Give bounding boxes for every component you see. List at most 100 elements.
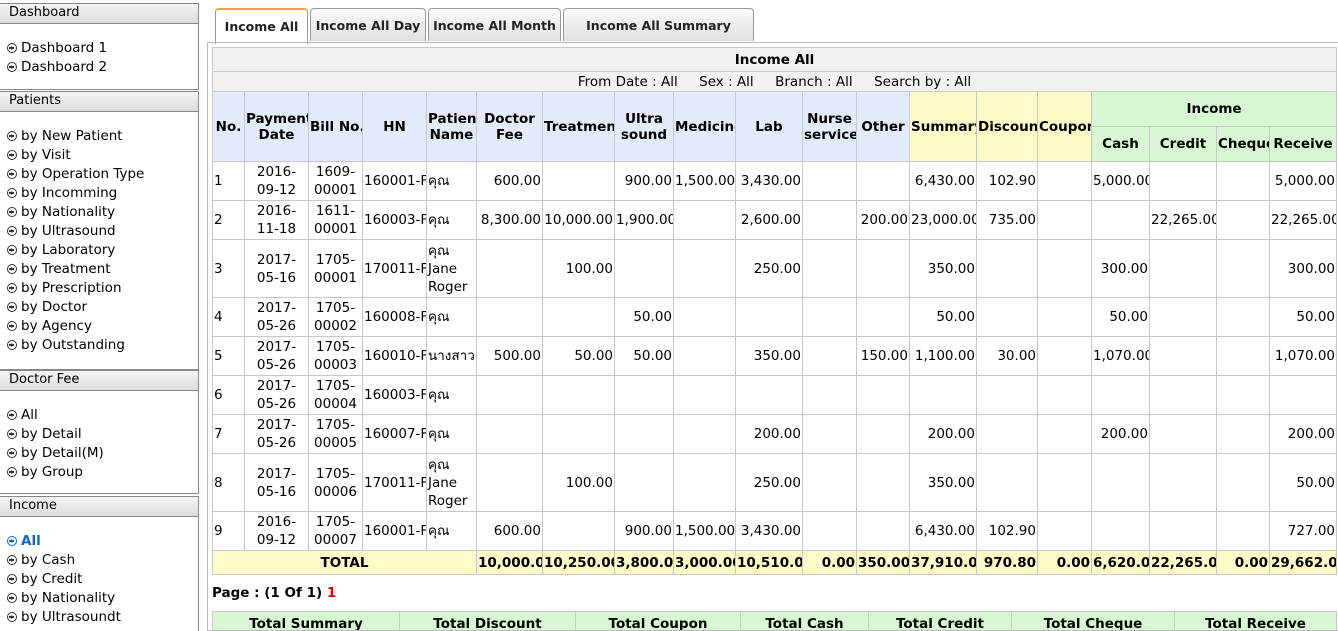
cell-doctor-fee xyxy=(476,239,543,298)
sidebar-item-patients-by-agency[interactable]: by Agency xyxy=(7,317,198,336)
sidebar-item-patients-by-ultrasound[interactable]: by Ultrasound xyxy=(7,222,198,241)
total-row: TOTAL10,000.0010,250.003,800.003,000.001… xyxy=(212,550,1338,575)
cell-treatment xyxy=(542,511,615,551)
cell-doctor-fee: 500.00 xyxy=(476,336,543,376)
sidebar-item-patients-by-new-patient[interactable]: by New Patient xyxy=(7,127,198,146)
tab-income-all[interactable]: Income All xyxy=(215,8,308,44)
sidebar-item-label: All xyxy=(21,407,38,423)
cell-no: 1 xyxy=(212,161,245,201)
col-nurse-service: Nurse service xyxy=(802,91,857,162)
sidebar-item-patients-by-treatment[interactable]: by Treatment xyxy=(7,260,198,279)
sidebar-item-label: by Treatment xyxy=(21,261,111,277)
cell-ultrasound: 50.00 xyxy=(614,336,674,376)
table-row: 5 2017-05-26 1705-00003 160010-F นางสาว 500.0… xyxy=(212,336,1338,376)
cell-hn: 160003-F xyxy=(362,375,427,415)
total-lab: 10,510.00 xyxy=(735,550,803,575)
cell-treatment: 50.00 xyxy=(542,336,615,376)
cell-discount: 102.90 xyxy=(976,511,1038,551)
sidebar-section-title[interactable]: Patients xyxy=(0,92,198,112)
cell-bill-no: 1705-00001 xyxy=(308,239,363,298)
sidebar-section-patients: Patients by New Patient by Visit by Operati… xyxy=(0,91,199,370)
sidebar-item-income-by-ultrasoundt[interactable]: by Ultrasoundt xyxy=(7,608,198,627)
sidebar-item-label: by Visit xyxy=(21,147,71,163)
arrow-circle-icon xyxy=(7,448,17,458)
total-discount: 970.80 xyxy=(976,550,1038,575)
arrow-circle-icon xyxy=(7,410,17,420)
cell-treatment xyxy=(542,375,615,415)
cell-cheque xyxy=(1216,336,1270,376)
cell-other xyxy=(856,239,910,298)
cell-credit: 22,265.00 xyxy=(1149,200,1217,240)
cell-ultrasound: 50.00 xyxy=(614,297,674,337)
page-link-1[interactable]: 1 xyxy=(327,585,336,601)
sidebar-item-label: by Detail(M) xyxy=(21,445,104,461)
cell-coupon xyxy=(1037,239,1092,298)
cell-medicine xyxy=(673,414,736,454)
cell-lab xyxy=(735,297,803,337)
cell-lab: 2,600.00 xyxy=(735,200,803,240)
summary-total-cheque: Total Cheque xyxy=(1011,611,1175,630)
cell-receive: 200.00 xyxy=(1268,414,1338,454)
cell-coupon xyxy=(1037,375,1092,415)
sidebar-section-title[interactable]: Income xyxy=(0,497,198,517)
cell-patient-name: คุณ xyxy=(426,414,477,454)
sidebar-item-income-by-cash[interactable]: by Cash xyxy=(7,551,198,570)
cell-patient-name: คุณ Jane Roger xyxy=(426,453,477,512)
cell-other xyxy=(856,161,910,201)
cell-cash xyxy=(1091,511,1150,551)
cell-ultrasound xyxy=(614,375,674,415)
arrow-circle-icon xyxy=(7,555,17,565)
total-cheque: 0.00 xyxy=(1216,550,1270,575)
sidebar-item-income-all[interactable]: All xyxy=(7,532,198,551)
sidebar-item-patients-by-incomming[interactable]: by Incomming xyxy=(7,184,198,203)
total-treatment: 10,250.00 xyxy=(542,550,615,575)
cell-summary: 200.00 xyxy=(909,414,977,454)
cell-summary: 6,430.00 xyxy=(909,511,977,551)
cell-ultrasound: 900.00 xyxy=(614,161,674,201)
sidebar-section-title[interactable]: Dashboard xyxy=(0,4,198,24)
cell-nurse-service xyxy=(802,336,857,376)
sidebar-item-income-by-credit[interactable]: by Credit xyxy=(7,570,198,589)
tab-income-all-summary-month[interactable]: Income All Summary Month xyxy=(563,8,754,66)
sidebar-item-label: by Incomming xyxy=(21,185,118,201)
sidebar-section-title[interactable]: Doctor Fee xyxy=(0,371,198,391)
cell-coupon xyxy=(1037,161,1092,201)
sidebar-item-doctor-fee-by-group[interactable]: by Group xyxy=(7,463,198,482)
cell-cheque xyxy=(1216,511,1270,551)
cell-hn: 160007-F xyxy=(362,414,427,454)
cell-cheque xyxy=(1216,297,1270,337)
sidebar-item-patients-by-operation-type[interactable]: by Operation Type xyxy=(7,165,198,184)
sidebar-item-patients-by-laboratory[interactable]: by Laboratory xyxy=(7,241,198,260)
sidebar-item-patients-by-doctor[interactable]: by Doctor xyxy=(7,298,198,317)
sidebar-item-patients-by-prescription[interactable]: by Prescription xyxy=(7,279,198,298)
cell-cheque xyxy=(1216,414,1270,454)
sidebar-item-dashboard-dashboard-2[interactable]: Dashboard 2 xyxy=(7,58,198,77)
cell-doctor-fee xyxy=(476,414,543,454)
cell-summary xyxy=(909,375,977,415)
cell-payment-date: 2017-05-26 xyxy=(244,336,309,376)
sidebar-item-doctor-fee-all[interactable]: All xyxy=(7,406,198,425)
cell-medicine xyxy=(673,375,736,415)
tab-income-all-month[interactable]: Income All Month xyxy=(428,8,561,41)
cell-credit xyxy=(1149,414,1217,454)
cell-cheque xyxy=(1216,375,1270,415)
arrow-circle-icon xyxy=(7,321,17,331)
cell-patient-name: คุณ xyxy=(426,161,477,201)
sidebar-item-patients-by-outstanding[interactable]: by Outstanding xyxy=(7,336,198,355)
cell-treatment xyxy=(542,161,615,201)
cell-other xyxy=(856,375,910,415)
cell-cash: 5,000.00 xyxy=(1091,161,1150,201)
sidebar-item-patients-by-nationality[interactable]: by Nationality xyxy=(7,203,198,222)
sidebar-item-income-by-nationality[interactable]: by Nationality xyxy=(7,589,198,608)
sidebar-item-doctor-fee-by-detail-m[interactable]: by Detail(M) xyxy=(7,444,198,463)
table-row: 6 2017-05-26 1705-00004 160003-F คุณ xyxy=(212,375,1338,415)
sidebar-item-label: by Ultrasound xyxy=(21,223,116,239)
cell-discount: 30.00 xyxy=(976,336,1038,376)
sidebar-item-doctor-fee-by-detail[interactable]: by Detail xyxy=(7,425,198,444)
sidebar-item-patients-by-visit[interactable]: by Visit xyxy=(7,146,198,165)
cell-cash xyxy=(1091,200,1150,240)
tab-income-all-day[interactable]: Income All Day xyxy=(310,8,426,41)
sidebar-item-dashboard-dashboard-1[interactable]: Dashboard 1 xyxy=(7,39,198,58)
cell-hn: 170011-F xyxy=(362,239,427,298)
cell-treatment xyxy=(542,297,615,337)
